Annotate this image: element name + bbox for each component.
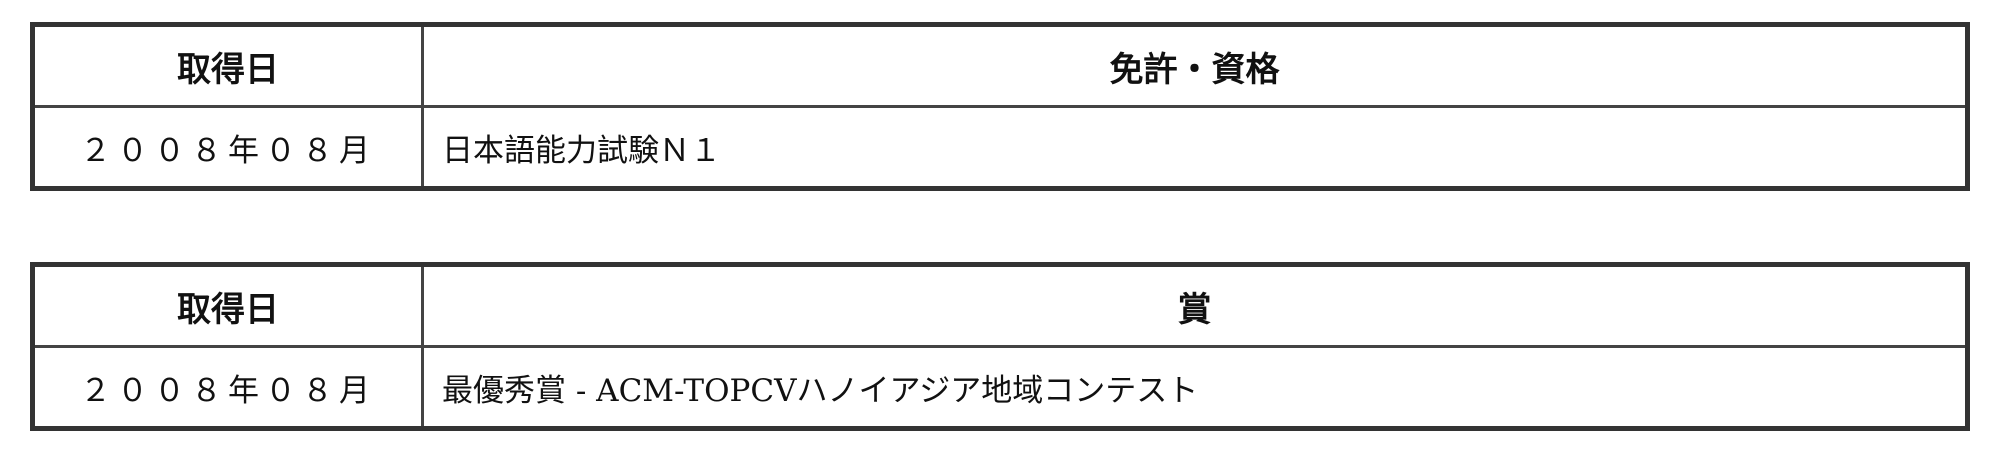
- license-name-cell: 日本語能力試験Ｎ１: [421, 105, 1969, 190]
- awards-table: 取得日 賞 ２００８年０８月 最優秀賞 - ACM-TOPCVハノイアジア地域コ…: [30, 262, 1970, 431]
- table-row: ２００８年０８月 最優秀賞 - ACM-TOPCVハノイアジア地域コンテスト: [31, 345, 1969, 430]
- awards-header-row: 取得日 賞: [31, 263, 1969, 348]
- licenses-date-header: 取得日: [31, 23, 424, 108]
- license-date-cell: ２００８年０８月: [31, 105, 424, 190]
- licenses-item-header: 免許・資格: [421, 23, 1969, 108]
- awards-item-header: 賞: [421, 263, 1969, 348]
- awards-date-header: 取得日: [31, 263, 424, 348]
- licenses-table: 取得日 免許・資格 ２００８年０８月 日本語能力試験Ｎ１: [30, 22, 1970, 191]
- award-date-cell: ２００８年０８月: [31, 345, 424, 430]
- table-row: ２００８年０８月 日本語能力試験Ｎ１: [31, 105, 1969, 190]
- licenses-header-row: 取得日 免許・資格: [31, 23, 1969, 108]
- award-name-cell: 最優秀賞 - ACM-TOPCVハノイアジア地域コンテスト: [421, 345, 1969, 430]
